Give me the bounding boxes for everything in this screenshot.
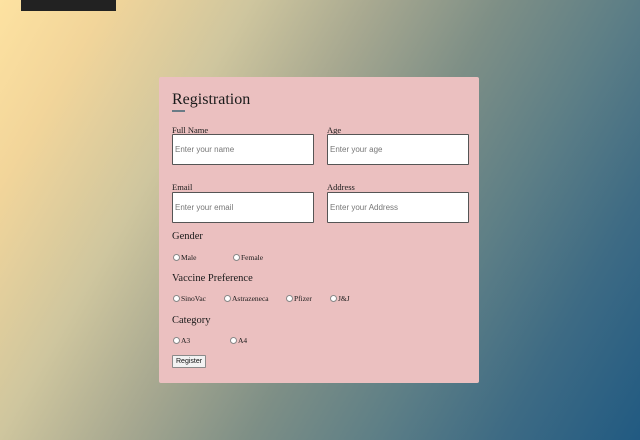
top-nav-bar: [21, 0, 116, 11]
full-name-input[interactable]: [172, 134, 314, 165]
category-option-a4[interactable]: A4: [230, 336, 247, 345]
radio-circle-icon[interactable]: [224, 295, 231, 302]
vaccine-option-astrazeneca[interactable]: Astrazeneca: [224, 294, 269, 303]
radio-circle-icon[interactable]: [173, 254, 180, 261]
address-label: Address: [327, 182, 355, 192]
category-option-label: A3: [181, 336, 191, 345]
gender-option-female[interactable]: Female: [233, 253, 263, 262]
radio-circle-icon[interactable]: [173, 337, 180, 344]
vaccine-heading: Vaccine Preference: [172, 273, 253, 284]
category-option-label: A4: [238, 336, 248, 345]
vaccine-option-jj[interactable]: J&J: [330, 294, 350, 303]
category-heading: Category: [172, 315, 211, 326]
radio-circle-icon[interactable]: [330, 295, 337, 302]
radio-circle-icon[interactable]: [233, 254, 240, 261]
gender-option-male[interactable]: Male: [173, 253, 196, 262]
radio-circle-icon[interactable]: [173, 295, 180, 302]
email-input[interactable]: [172, 192, 314, 223]
radio-circle-icon[interactable]: [230, 337, 237, 344]
vaccine-option-label: Pfizer: [294, 294, 312, 303]
age-input[interactable]: [327, 134, 469, 165]
vaccine-option-label: J&J: [338, 294, 350, 303]
vaccine-option-label: SinoVac: [181, 294, 206, 303]
radio-circle-icon[interactable]: [286, 295, 293, 302]
vaccine-option-pfizer[interactable]: Pfizer: [286, 294, 312, 303]
gender-heading: Gender: [172, 231, 203, 242]
vaccine-option-label: Astrazeneca: [232, 294, 269, 303]
register-button[interactable]: Register: [172, 355, 207, 368]
email-label: Email: [172, 182, 193, 192]
registration-card: Registration Full Name Age Email Address…: [159, 77, 479, 383]
gender-option-label: Male: [181, 253, 197, 262]
category-option-a3[interactable]: A3: [173, 336, 190, 345]
vaccine-option-sinovac[interactable]: SinoVac: [173, 294, 206, 303]
title-underline: [172, 110, 185, 112]
gender-option-label: Female: [241, 253, 264, 262]
address-input[interactable]: [327, 192, 469, 223]
form-title: Registration: [172, 91, 251, 108]
